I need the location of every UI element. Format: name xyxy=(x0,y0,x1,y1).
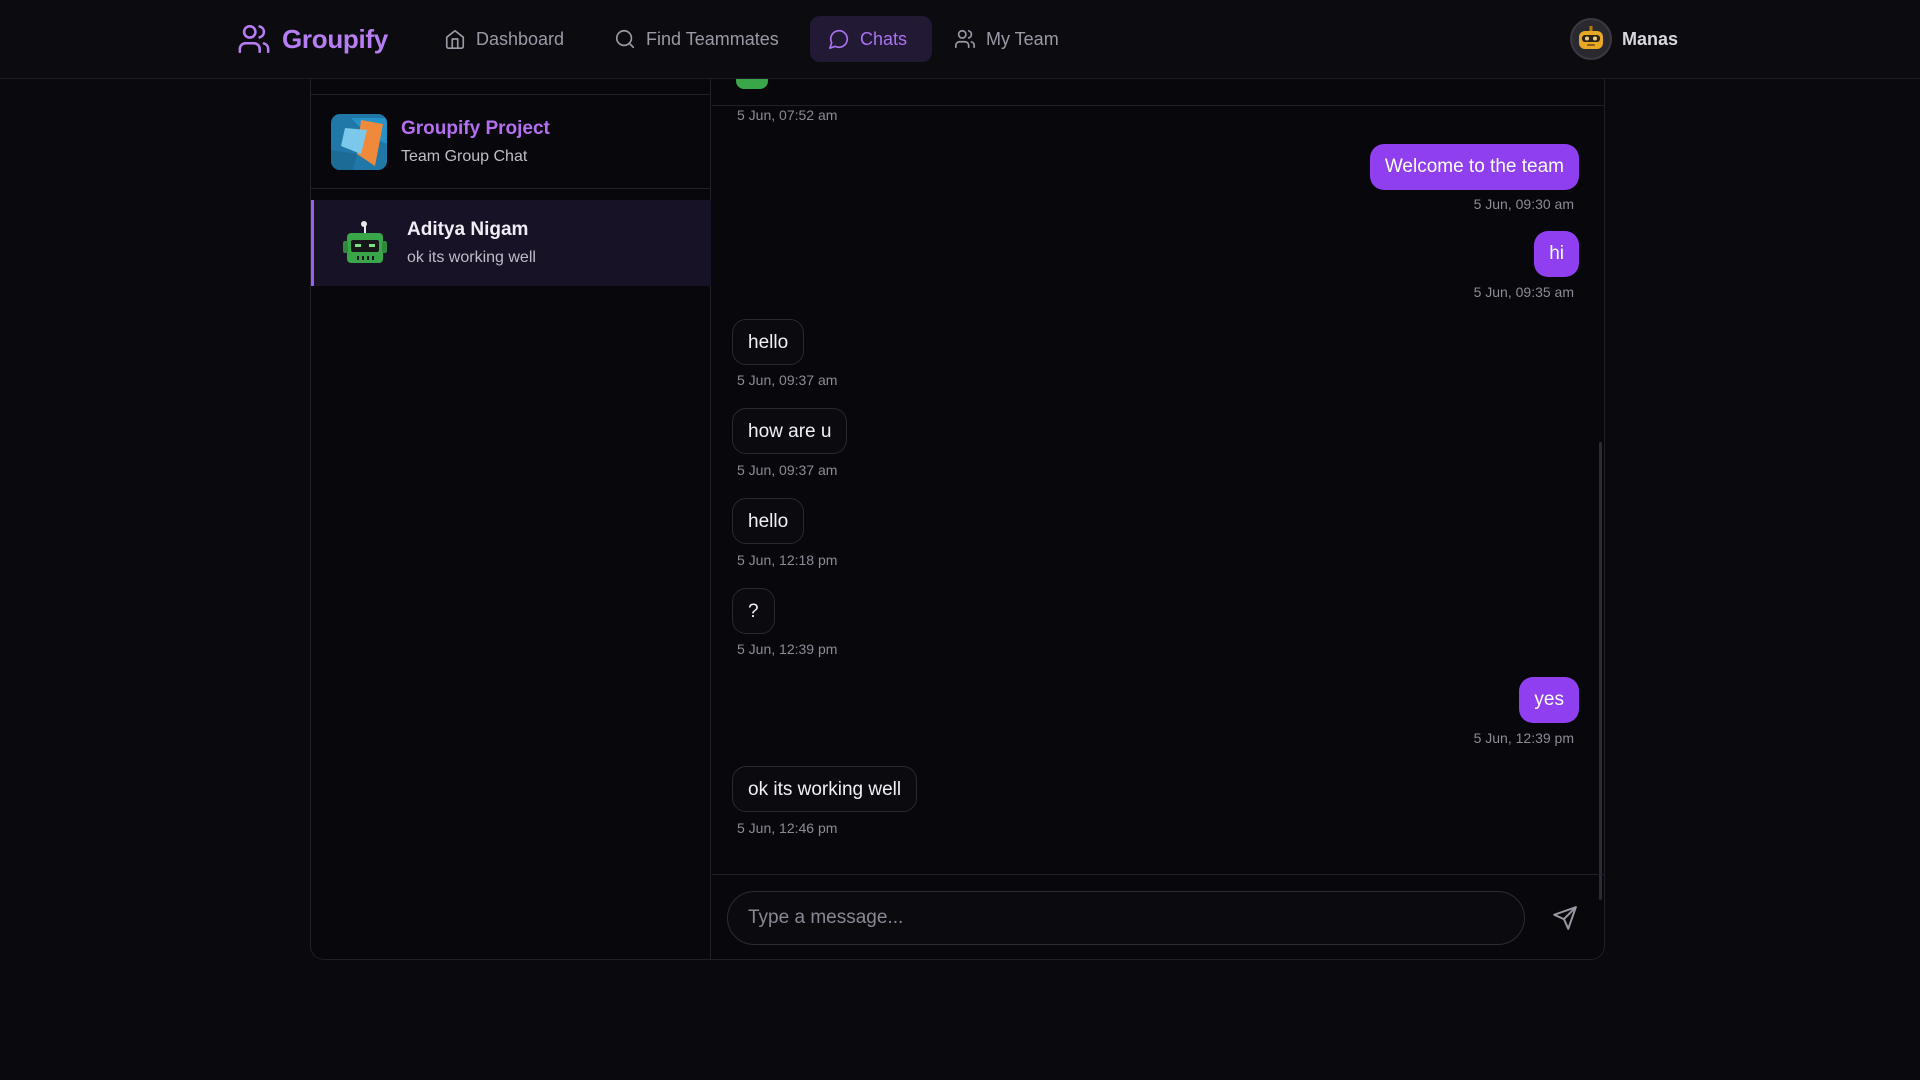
user-menu[interactable]: Manas xyxy=(1570,18,1678,60)
nav-chats-label: Chats xyxy=(860,28,908,49)
conversation-title: Aditya Nigam xyxy=(407,219,529,240)
message-bubble-outgoing: Welcome to the team xyxy=(1369,144,1579,190)
message-timestamp: 5 Jun, 09:37 am xyxy=(737,462,838,478)
nav-find-teammates[interactable]: Find Teammates xyxy=(596,16,797,62)
message-timestamp: 5 Jun, 09:37 am xyxy=(737,372,838,388)
users-logo-icon xyxy=(238,24,270,54)
message-bubble-outgoing: yes xyxy=(1519,677,1579,723)
message-timestamp: 5 Jun, 09:35 am xyxy=(1473,284,1574,300)
brand-logo[interactable]: Groupify xyxy=(236,20,388,58)
search-icon xyxy=(615,29,635,49)
conversation-item-aditya-nigam[interactable]: Aditya Nigam ok its working well xyxy=(311,200,711,286)
nav-my-team-label: My Team xyxy=(986,28,1059,49)
user-avatar[interactable] xyxy=(1570,18,1612,60)
message-list-scrollbar[interactable] xyxy=(1599,442,1602,900)
user-name: Manas xyxy=(1622,28,1679,49)
conversation-item-groupify-project[interactable]: Groupify Project Team Group Chat xyxy=(311,95,711,189)
robot-avatar-icon xyxy=(1579,26,1603,49)
chat-header xyxy=(712,79,1604,106)
message-timestamp: 5 Jun, 12:18 pm xyxy=(737,552,838,568)
brand-name: Groupify xyxy=(282,23,388,54)
contact-avatar xyxy=(337,215,393,271)
message-timestamp: 5 Jun, 12:39 pm xyxy=(737,641,838,657)
message-timestamp: 5 Jun, 12:46 pm xyxy=(737,820,838,836)
send-icon xyxy=(1553,906,1577,930)
message-bubble-incoming: ? xyxy=(732,588,775,634)
conversation-title: Groupify Project xyxy=(401,117,550,139)
message-timestamp: 5 Jun, 09:30 am xyxy=(1473,196,1574,212)
group-logo-icon xyxy=(331,113,387,170)
message-timestamp: 5 Jun, 12:39 pm xyxy=(1473,730,1574,746)
nav-dashboard-label: Dashboard xyxy=(476,28,565,49)
message-list[interactable]: 5 Jun, 07:52 am Welcome to the team 5 Ju… xyxy=(712,106,1604,900)
message-bubble-incoming: hello xyxy=(732,319,805,365)
chat-header-avatar xyxy=(736,79,768,89)
home-icon xyxy=(445,29,465,49)
conversation-last-message: ok its working well xyxy=(407,249,536,266)
send-button[interactable] xyxy=(1548,901,1582,935)
chat-bubble-icon xyxy=(829,29,849,49)
top-navbar: Groupify Dashboard Find Teammates Chats … xyxy=(0,0,1920,79)
chat-window: 5 Jun, 07:52 am Welcome to the team 5 Ju… xyxy=(712,79,1604,959)
nav-my-team[interactable]: My Team xyxy=(936,16,1077,62)
conversation-sidebar: Groupify Project Team Group Chat Aditya … xyxy=(311,79,711,959)
message-bubble-incoming: hello xyxy=(732,498,805,544)
message-timestamp: 5 Jun, 07:52 am xyxy=(737,107,838,123)
conversation-subtitle: Team Group Chat xyxy=(401,147,528,165)
message-composer xyxy=(712,874,1604,960)
robot-avatar-icon xyxy=(337,215,393,271)
message-bubble-incoming: how are u xyxy=(732,408,848,454)
message-input[interactable] xyxy=(727,891,1525,945)
group-avatar xyxy=(331,113,387,170)
chat-panel: Groupify Project Team Group Chat Aditya … xyxy=(310,79,1605,960)
users-icon xyxy=(955,29,975,49)
message-bubble-incoming: ok its working well xyxy=(732,766,918,812)
nav-find-teammates-label: Find Teammates xyxy=(646,28,779,49)
nav-chats[interactable]: Chats xyxy=(810,16,932,62)
nav-dashboard[interactable]: Dashboard xyxy=(426,16,582,62)
message-bubble-outgoing: hi xyxy=(1534,231,1579,277)
